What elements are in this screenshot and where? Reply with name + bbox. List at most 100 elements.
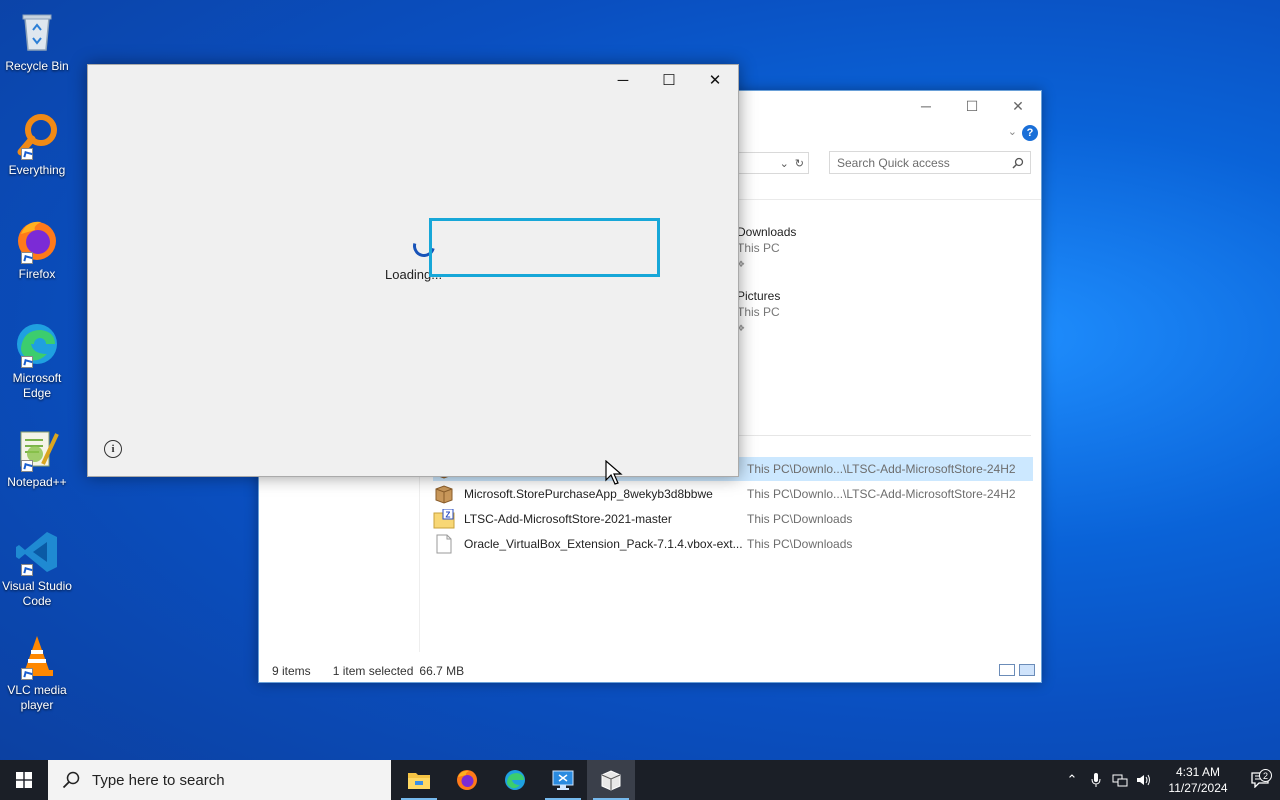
action-center-button[interactable]: 2 [1240,769,1280,788]
shortcut-arrow-icon [21,564,33,576]
desktop-icon-recycle-bin[interactable]: Recycle Bin [2,8,72,74]
shortcut-arrow-icon [21,668,33,680]
quick-access-location: This PC [737,305,780,319]
blank-file-icon [433,534,455,554]
desktop-icon-label: VLC media player [7,683,67,712]
loading-window[interactable]: ─ ☐ ✕ Loading... i [87,64,739,477]
search-icon [1012,157,1024,169]
clock-date: 11/27/2024 [1168,781,1228,795]
loader-maximize-button[interactable]: ☐ [646,65,692,95]
file-row[interactable]: Z LTSC-Add-MicrosoftStore-2021-master Th… [433,507,1033,531]
edge-icon [13,320,61,368]
navigation-pane-separator[interactable] [419,477,420,652]
pin-icon: ❖ [737,323,746,333]
file-location: This PC\Downlo...\LTSC-Add-MicrosoftStor… [747,487,1016,501]
large-icons-view-icon[interactable] [1019,664,1035,676]
pin-icon: ❖ [737,259,746,269]
vscode-icon [13,528,61,576]
file-row[interactable]: Microsoft.StorePurchaseApp_8wekyb3d8bbwe… [433,482,1033,506]
desktop-icon-label: Everything [8,163,66,177]
recycle-bin-icon [13,8,61,56]
quick-access-location: This PC [737,241,780,255]
shortcut-arrow-icon [21,460,33,472]
firefox-icon [457,770,477,790]
windows-logo-icon [16,772,32,788]
status-item-count: 9 items [272,664,311,678]
ribbon-expand-chevron-icon[interactable]: ⌄ [1008,125,1017,138]
file-name: Microsoft.StorePurchaseApp_8wekyb3d8bbwe [464,487,713,501]
quick-access-name: Pictures [737,289,781,303]
desktop-icon-edge[interactable]: Microsoft Edge [2,320,72,401]
explorer-status-bar: 9 items 1 item selected 66.7 MB [272,664,464,678]
vlc-cone-icon [13,632,61,680]
mouse-cursor-icon [605,460,623,485]
taskbar-search-placeholder: Type here to search [92,771,225,789]
taskbar-pinned-apps [395,760,635,800]
address-bar-end[interactable]: ⌄ ↻ [739,152,809,174]
refresh-icon[interactable]: ↻ [795,157,804,170]
taskbar: Type here to search ⌃ 4:31 AM 11/27/2024… [0,760,1280,800]
taskbar-package-app[interactable] [587,760,635,800]
taskbar-edge[interactable] [491,760,539,800]
explorer-maximize-button[interactable]: ☐ [949,91,995,121]
status-selected: 1 item selected [332,664,414,678]
show-hidden-icons-chevron-icon[interactable]: ⌃ [1060,772,1084,788]
highlight-rectangle [429,218,660,277]
remote-desktop-icon [552,770,574,790]
status-size: 66.7 MB [419,664,465,678]
taskbar-clock[interactable]: 4:31 AM 11/27/2024 [1162,764,1234,796]
desktop-icon-notepadpp[interactable]: Notepad++ [2,424,72,490]
desktop-icon-label: Visual Studio Code [2,579,72,608]
help-icon[interactable]: ? [1022,125,1038,141]
file-location: This PC\Downloads [747,537,853,551]
system-tray: ⌃ 4:31 AM 11/27/2024 2 [1060,760,1280,800]
shortcut-arrow-icon [21,148,33,160]
quick-access-item-downloads[interactable]: Downloads This PC ❖ [737,224,796,272]
shortcut-arrow-icon [21,356,33,368]
loader-close-button[interactable]: ✕ [692,65,738,95]
desktop-icon-label: Firefox [18,267,56,281]
file-location: This PC\Downloads [747,512,853,526]
svg-text:Z: Z [446,511,451,520]
network-icon[interactable] [1108,773,1132,787]
loader-caption-buttons: ─ ☐ ✕ [600,65,738,95]
explorer-search-box[interactable]: Search Quick access [829,151,1031,174]
explorer-minimize-button[interactable]: ─ [903,91,949,121]
start-button[interactable] [0,760,48,800]
desktop-icon-vscode[interactable]: Visual Studio Code [2,528,72,609]
file-name: LTSC-Add-MicrosoftStore-2021-master [464,512,672,526]
desktop-icon-label: Notepad++ [7,475,67,489]
taskbar-search-box[interactable]: Type here to search [48,760,391,800]
microphone-icon[interactable] [1084,772,1108,788]
quick-access-item-pictures[interactable]: Pictures This PC ❖ [737,288,780,336]
quick-access-name: Downloads [737,225,797,239]
package-app-icon [601,770,621,791]
file-location: This PC\Downlo...\LTSC-Add-MicrosoftStor… [747,462,1016,476]
details-view-icon[interactable] [999,664,1015,676]
notification-count-badge: 2 [1259,769,1272,782]
info-icon[interactable]: i [104,440,122,458]
desktop-icon-firefox[interactable]: Firefox [2,216,72,282]
everything-search-icon [13,112,61,160]
desktop-icon-everything[interactable]: Everything [2,112,72,178]
edge-icon [505,770,525,790]
desktop-icon-label: Recycle Bin [5,59,69,73]
volume-icon[interactable] [1132,773,1156,787]
desktop-icon-vlc[interactable]: VLC media player [2,632,72,713]
search-icon [62,771,80,789]
toolbar-divider [739,199,1041,200]
file-name: Oracle_VirtualBox_Extension_Pack-7.1.4.v… [464,537,743,551]
clock-time: 4:31 AM [1175,765,1221,779]
explorer-close-button[interactable]: ✕ [995,91,1041,121]
loader-minimize-button[interactable]: ─ [600,65,646,95]
explorer-caption-buttons: ─ ☐ ✕ [903,91,1041,121]
file-row[interactable]: Oracle_VirtualBox_Extension_Pack-7.1.4.v… [433,532,1033,556]
taskbar-remote-desktop[interactable] [539,760,587,800]
view-toggle [999,664,1035,676]
desktop-icon-label: Microsoft Edge [12,371,62,400]
taskbar-file-explorer[interactable] [395,760,443,800]
notepadpp-icon [13,424,61,472]
firefox-icon [13,216,61,264]
taskbar-firefox[interactable] [443,760,491,800]
address-dropdown-chevron-icon[interactable]: ⌄ [780,157,789,170]
